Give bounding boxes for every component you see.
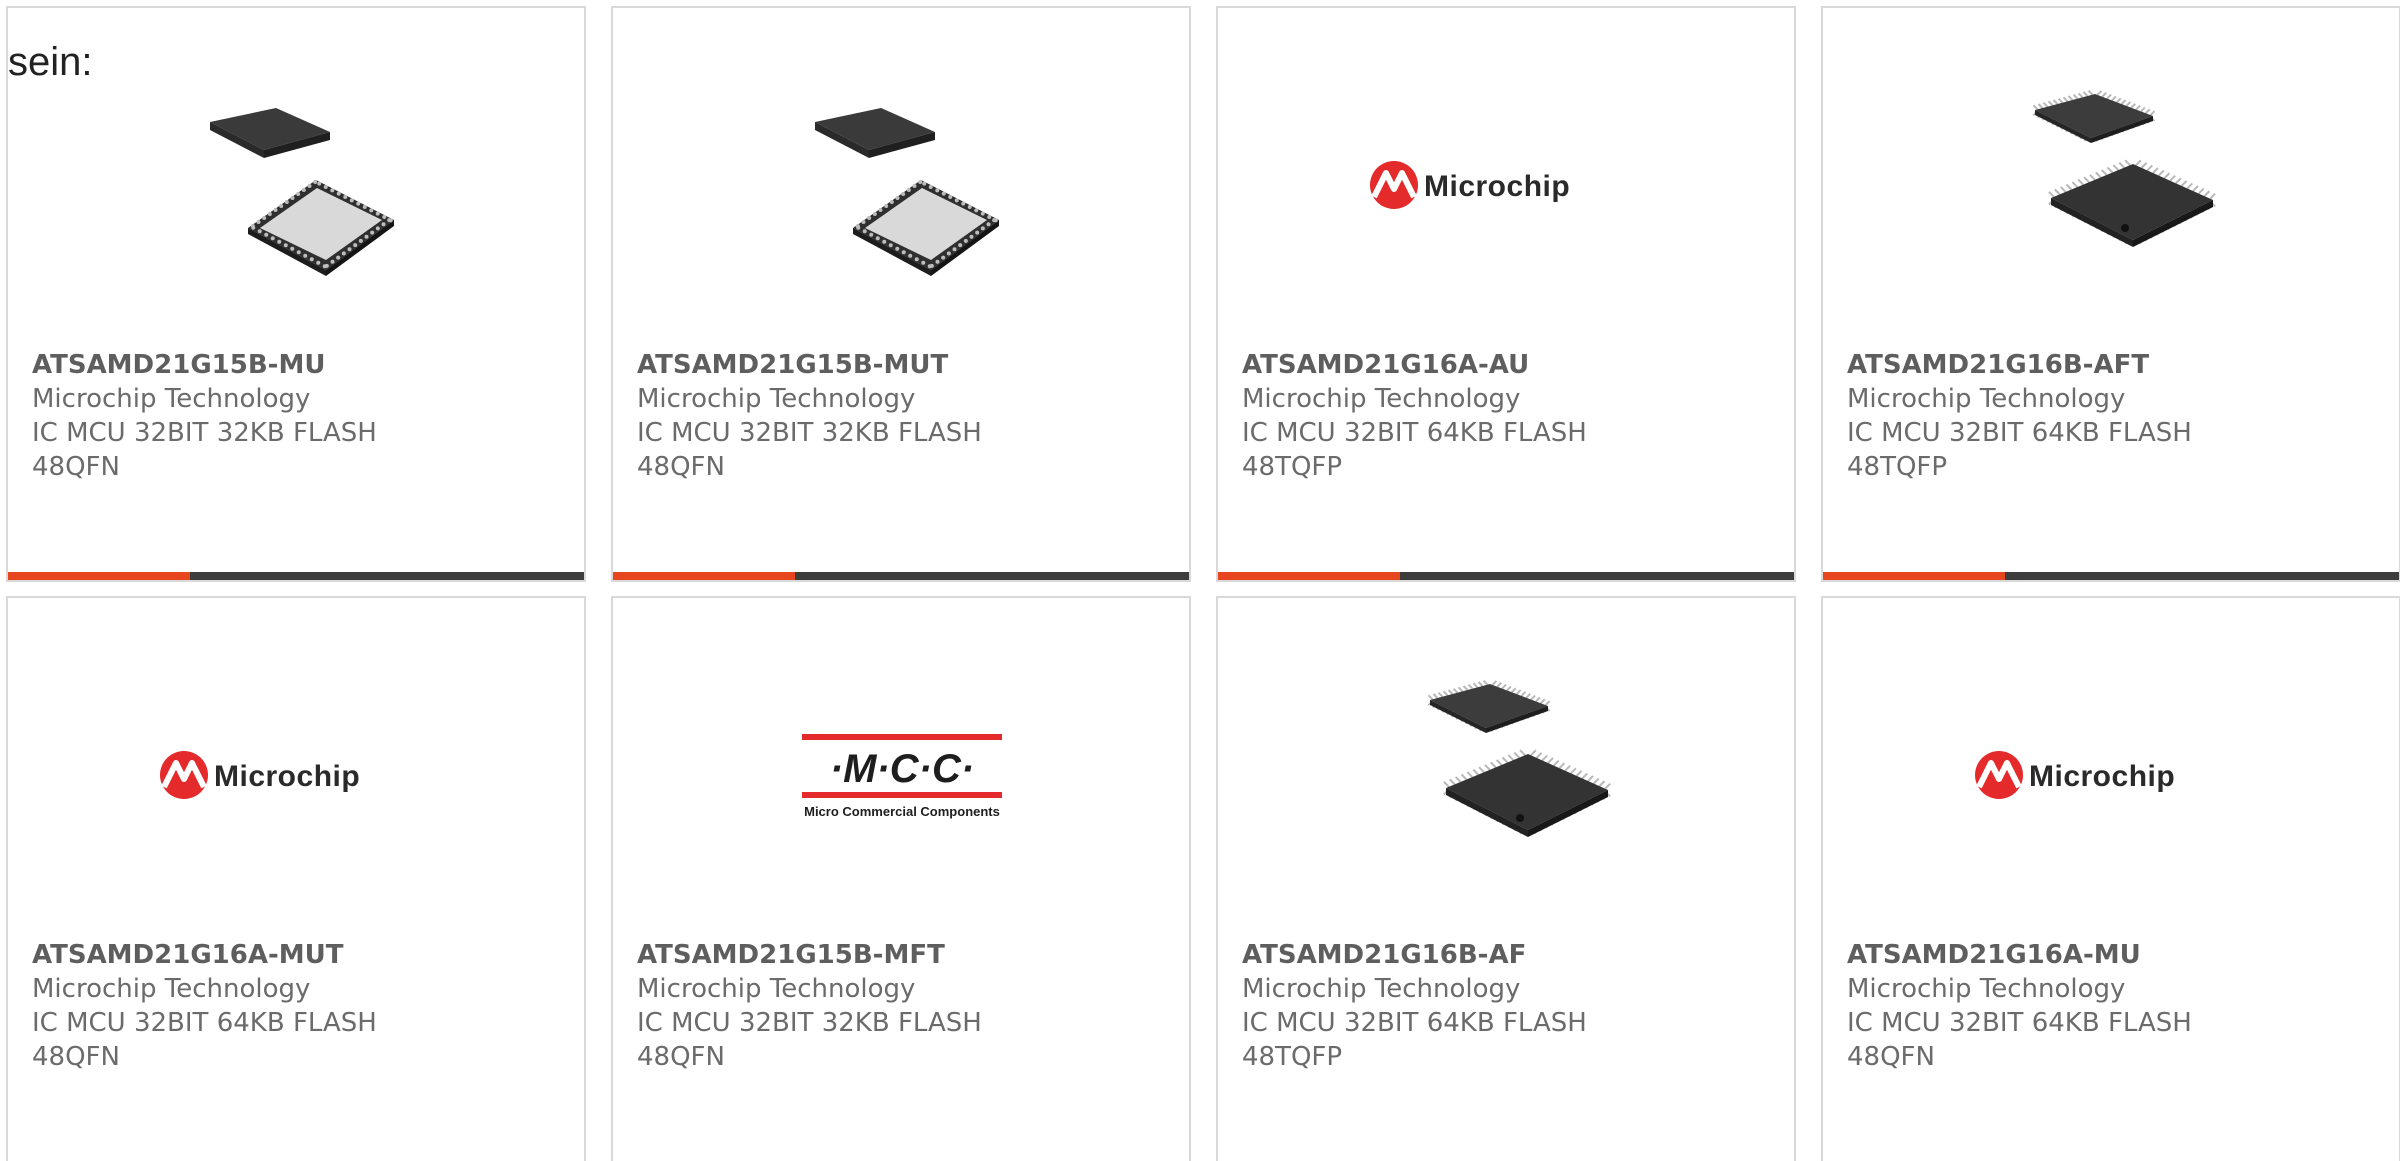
product-image[interactable] (803, 80, 1013, 290)
package-type: 48TQFP (1847, 452, 1948, 482)
product-info: ATSAMD21G16A-MUT Microchip Technology IC M… (32, 938, 574, 1074)
product-info: ATSAMD21G15B-MU Microchip Technology IC MC… (32, 348, 574, 484)
svg-text:Microchip: Microchip (214, 760, 360, 793)
product-info: ATSAMD21G16B-AF Microchip Technology IC MC… (1242, 938, 1784, 1074)
manufacturer-name: Microchip Technology (637, 974, 916, 1004)
product-description: IC MCU 32BIT 64KB FLASH (1242, 418, 1587, 448)
dark-segment (1400, 572, 1794, 580)
product-description: IC MCU 32BIT 64KB FLASH (32, 1008, 377, 1038)
product-card[interactable]: Microchip ATSAMD21G16A-AU Microchip Techn… (1216, 6, 1796, 582)
tqfp-chip-icon (1427, 679, 1611, 837)
product-image[interactable] (1408, 670, 1618, 880)
product-image[interactable] (2013, 80, 2223, 290)
product-card[interactable]: ATSAMD21G15B-MU Microchip Technology IC MC… (6, 6, 586, 582)
svg-text:Microchip: Microchip (2029, 760, 2175, 793)
product-description: IC MCU 32BIT 64KB FLASH (1847, 418, 2192, 448)
product-info: ATSAMD21G16A-AU Microchip Technology IC MC… (1242, 348, 1784, 484)
product-card[interactable]: Microchip ATSAMD21G16A-MUT Microchip Tech… (6, 596, 586, 1161)
microchip-logo-icon: Microchip (160, 751, 360, 799)
accent-segment (1218, 572, 1400, 580)
product-card[interactable]: ATSAMD21G15B-MUT Microchip Technology IC M… (611, 6, 1191, 582)
svg-text:·M·C·C·: ·M·C·C· (830, 747, 974, 791)
card-accent-bar (613, 572, 1189, 580)
product-image[interactable]: ·M·C·C· Micro Commercial Components (753, 670, 1053, 880)
product-card[interactable]: ATSAMD21G16B-AFT Microchip Technology IC M… (1821, 6, 2400, 582)
product-description: IC MCU 32BIT 64KB FLASH (1242, 1008, 1587, 1038)
package-type: 48QFN (637, 452, 725, 482)
part-number-link[interactable]: ATSAMD21G16B-AFT (1847, 348, 2389, 382)
product-card[interactable]: Microchip ATSAMD21G16A-MU Microchip Techn… (1821, 596, 2400, 1161)
manufacturer-name: Microchip Technology (1242, 974, 1521, 1004)
product-description: IC MCU 32BIT 64KB FLASH (1847, 1008, 2192, 1038)
package-type: 48QFN (1847, 1042, 1935, 1072)
dark-segment (2005, 572, 2399, 580)
manufacturer-name: Microchip Technology (1847, 384, 2126, 414)
accent-segment (1823, 572, 2005, 580)
product-description: IC MCU 32BIT 32KB FLASH (637, 1008, 982, 1038)
accent-segment (613, 572, 795, 580)
card-accent-bar (1823, 572, 2399, 580)
product-info: ATSAMD21G15B-MUT Microchip Technology IC M… (637, 348, 1179, 484)
manufacturer-name: Microchip Technology (1847, 974, 2126, 1004)
manufacturer-name: Microchip Technology (1242, 384, 1521, 414)
card-accent-bar (8, 572, 584, 580)
product-card[interactable]: ATSAMD21G16B-AF Microchip Technology IC MC… (1216, 596, 1796, 1161)
mcc-logo-icon: ·M·C·C· Micro Commercial Components (802, 734, 1002, 819)
manufacturer-name: Microchip Technology (32, 974, 311, 1004)
product-image[interactable]: Microchip (148, 670, 448, 880)
product-image[interactable]: Microchip (1963, 670, 2263, 880)
product-description: IC MCU 32BIT 32KB FLASH (32, 418, 377, 448)
manufacturer-name: Microchip Technology (32, 384, 311, 414)
svg-text:Micro Commercial Components: Micro Commercial Components (804, 804, 1000, 819)
manufacturer-name: Microchip Technology (637, 384, 916, 414)
package-type: 48TQFP (1242, 1042, 1343, 1072)
product-card[interactable]: ·M·C·C· Micro Commercial Components ATSA… (611, 596, 1191, 1161)
microchip-logo-icon: Microchip (1975, 751, 2175, 799)
package-type: 48TQFP (1242, 452, 1343, 482)
product-grid-page: sein: ATSAMD21G15B-MU Microchip Technolog… (0, 0, 2400, 1161)
product-info: ATSAMD21G15B-MFT Microchip Technology IC M… (637, 938, 1179, 1074)
package-type: 48QFN (637, 1042, 725, 1072)
part-number-link[interactable]: ATSAMD21G16A-MUT (32, 938, 574, 972)
part-number-link[interactable]: ATSAMD21G15B-MFT (637, 938, 1179, 972)
package-type: 48QFN (32, 1042, 120, 1072)
microchip-logo-icon: Microchip (1370, 161, 1570, 209)
part-number-link[interactable]: ATSAMD21G16A-MU (1847, 938, 2389, 972)
product-description: IC MCU 32BIT 32KB FLASH (637, 418, 982, 448)
product-image[interactable]: Microchip (1358, 80, 1658, 290)
qfn-chip-icon (210, 108, 394, 276)
part-number-link[interactable]: ATSAMD21G15B-MUT (637, 348, 1179, 382)
part-number-link[interactable]: ATSAMD21G16B-AF (1242, 938, 1784, 972)
part-number-link[interactable]: ATSAMD21G16A-AU (1242, 348, 1784, 382)
package-type: 48QFN (32, 452, 120, 482)
qfn-chip-icon (815, 108, 999, 276)
intro-text: sein: (8, 40, 93, 84)
dark-segment (190, 572, 584, 580)
accent-segment (8, 572, 190, 580)
card-accent-bar (1218, 572, 1794, 580)
product-info: ATSAMD21G16B-AFT Microchip Technology IC M… (1847, 348, 2389, 484)
part-number-link[interactable]: ATSAMD21G15B-MU (32, 348, 574, 382)
tqfp-chip-icon (2032, 89, 2216, 247)
product-image[interactable] (198, 80, 408, 290)
svg-text:Microchip: Microchip (1424, 170, 1570, 203)
dark-segment (795, 572, 1189, 580)
product-info: ATSAMD21G16A-MU Microchip Technology IC MC… (1847, 938, 2389, 1074)
